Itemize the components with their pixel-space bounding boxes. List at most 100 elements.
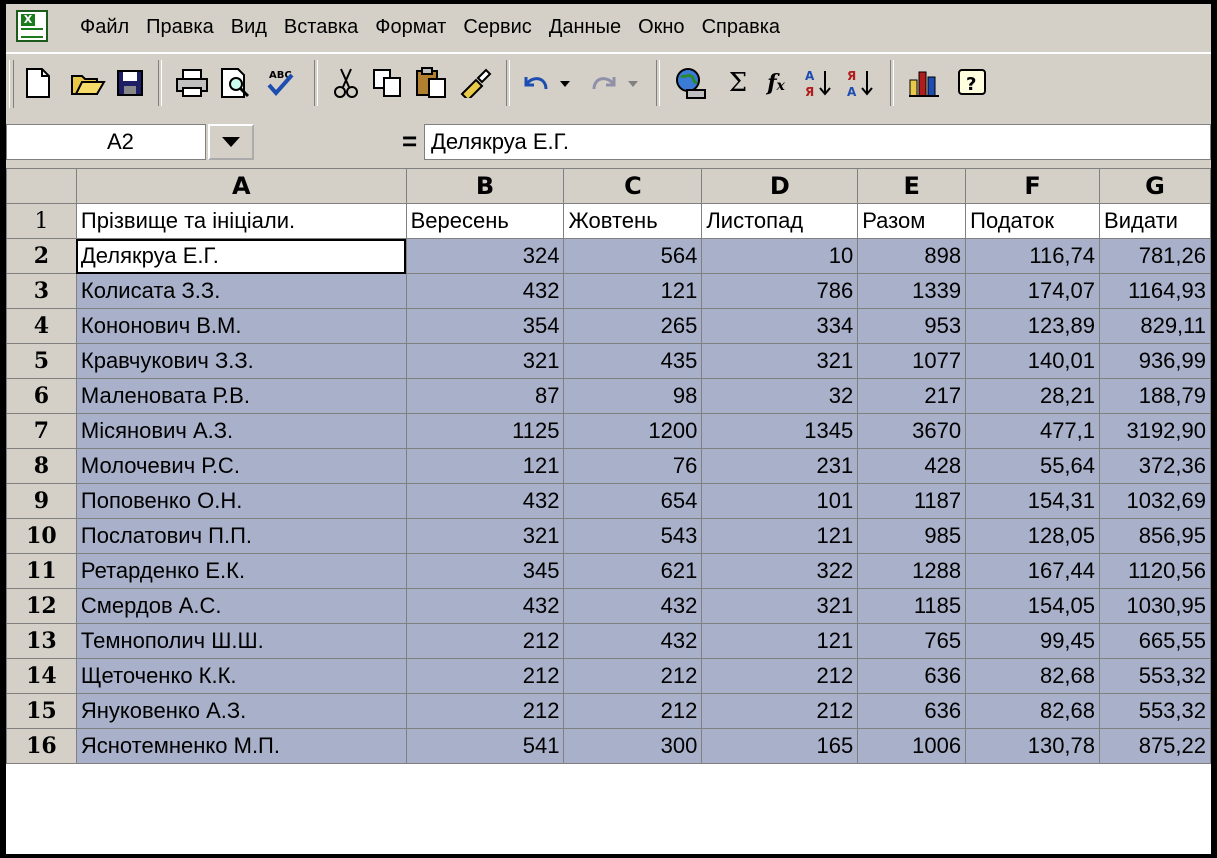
header-cell[interactable]: Видати — [1099, 203, 1211, 239]
excel-app-icon[interactable]: X — [16, 10, 48, 42]
menu-file[interactable]: Файл — [78, 16, 131, 39]
row-header[interactable]: 8 — [6, 448, 77, 484]
value-cell[interactable]: 1185 — [857, 588, 967, 624]
value-cell[interactable]: 856,95 — [1099, 518, 1211, 554]
value-cell[interactable]: 564 — [563, 238, 703, 274]
value-cell[interactable]: 829,11 — [1099, 308, 1211, 344]
value-cell[interactable]: 212 — [405, 658, 565, 694]
value-cell[interactable]: 432 — [405, 483, 565, 519]
header-cell[interactable]: Податок — [965, 203, 1101, 239]
name-cell[interactable]: Місянович А.З. — [75, 413, 407, 449]
row-header[interactable]: 16 — [6, 728, 77, 764]
copy-icon[interactable] — [368, 63, 408, 103]
value-cell[interactable]: 428 — [857, 448, 967, 484]
function-icon[interactable]: fx — [756, 63, 796, 103]
menu-view[interactable]: Вид — [229, 16, 269, 39]
row-header[interactable]: 13 — [6, 623, 77, 659]
value-cell[interactable]: 543 — [563, 518, 703, 554]
value-cell[interactable]: 324 — [405, 238, 565, 274]
value-cell[interactable]: 99,45 — [965, 623, 1101, 659]
row-header[interactable]: 14 — [6, 658, 77, 694]
value-cell[interactable]: 636 — [857, 658, 967, 694]
value-cell[interactable]: 28,21 — [965, 378, 1101, 414]
value-cell[interactable]: 786 — [701, 273, 859, 309]
name-cell[interactable]: Смердов А.С. — [75, 588, 407, 624]
value-cell[interactable]: 101 — [701, 483, 859, 519]
name-cell[interactable]: Кононович В.М. — [75, 308, 407, 344]
select-all-corner[interactable] — [6, 168, 77, 204]
value-cell[interactable]: 116,74 — [965, 238, 1101, 274]
value-cell[interactable]: 1125 — [405, 413, 565, 449]
row-header[interactable]: 10 — [6, 518, 77, 554]
value-cell[interactable]: 1032,69 — [1099, 483, 1211, 519]
value-cell[interactable]: 1200 — [563, 413, 703, 449]
web-icon[interactable] — [670, 63, 710, 103]
open-icon[interactable] — [68, 63, 108, 103]
new-icon[interactable] — [18, 63, 58, 103]
format-painter-icon[interactable] — [454, 63, 494, 103]
column-header-f[interactable]: F — [965, 168, 1101, 204]
value-cell[interactable]: 212 — [701, 658, 859, 694]
name-cell[interactable]: Колисата З.З. — [75, 273, 407, 309]
value-cell[interactable]: 121 — [563, 273, 703, 309]
value-cell[interactable]: 321 — [405, 343, 565, 379]
value-cell[interactable]: 212 — [563, 693, 703, 729]
column-header-c[interactable]: C — [563, 168, 703, 204]
value-cell[interactable]: 553,32 — [1099, 658, 1211, 694]
value-cell[interactable]: 1030,95 — [1099, 588, 1211, 624]
autosum-icon[interactable]: Σ — [718, 63, 758, 103]
name-cell[interactable]: Темнополич Ш.Ш. — [75, 623, 407, 659]
header-cell[interactable]: Жовтень — [563, 203, 703, 239]
value-cell[interactable]: 654 — [563, 483, 703, 519]
value-cell[interactable]: 936,99 — [1099, 343, 1211, 379]
value-cell[interactable]: 1006 — [857, 728, 967, 764]
value-cell[interactable]: 621 — [563, 553, 703, 589]
row-header[interactable]: 11 — [6, 553, 77, 589]
value-cell[interactable]: 154,31 — [965, 483, 1101, 519]
value-cell[interactable]: 212 — [405, 623, 565, 659]
menu-format[interactable]: Формат — [373, 16, 448, 39]
row-header[interactable]: 4 — [6, 308, 77, 344]
value-cell[interactable]: 82,68 — [965, 658, 1101, 694]
value-cell[interactable]: 765 — [857, 623, 967, 659]
value-cell[interactable]: 322 — [701, 553, 859, 589]
toolbar-grip[interactable] — [9, 60, 14, 108]
name-cell[interactable]: Поповенко О.Н. — [75, 483, 407, 519]
row-header[interactable]: 3 — [6, 273, 77, 309]
print-icon[interactable] — [172, 63, 212, 103]
value-cell[interactable]: 212 — [701, 693, 859, 729]
row-header[interactable]: 12 — [6, 588, 77, 624]
name-cell[interactable]: Делякруа Е.Г. — [75, 238, 407, 274]
value-cell[interactable]: 188,79 — [1099, 378, 1211, 414]
value-cell[interactable]: 82,68 — [965, 693, 1101, 729]
value-cell[interactable]: 432 — [405, 588, 565, 624]
value-cell[interactable]: 354 — [405, 308, 565, 344]
value-cell[interactable]: 121 — [405, 448, 565, 484]
menu-data[interactable]: Данные — [547, 16, 623, 39]
value-cell[interactable]: 217 — [857, 378, 967, 414]
value-cell[interactable]: 781,26 — [1099, 238, 1211, 274]
value-cell[interactable]: 875,22 — [1099, 728, 1211, 764]
value-cell[interactable]: 477,1 — [965, 413, 1101, 449]
header-cell[interactable]: Вересень — [405, 203, 565, 239]
value-cell[interactable]: 121 — [701, 623, 859, 659]
name-cell[interactable]: Кравчукович З.З. — [75, 343, 407, 379]
value-cell[interactable]: 1120,56 — [1099, 553, 1211, 589]
value-cell[interactable]: 636 — [857, 693, 967, 729]
value-cell[interactable]: 321 — [701, 343, 859, 379]
value-cell[interactable]: 1288 — [857, 553, 967, 589]
value-cell[interactable]: 167,44 — [965, 553, 1101, 589]
header-cell[interactable]: Листопад — [701, 203, 859, 239]
value-cell[interactable]: 541 — [405, 728, 565, 764]
row-header[interactable]: 7 — [6, 413, 77, 449]
value-cell[interactable]: 98 — [563, 378, 703, 414]
value-cell[interactable]: 1164,93 — [1099, 273, 1211, 309]
value-cell[interactable]: 55,64 — [965, 448, 1101, 484]
help-icon[interactable]: ? — [952, 63, 992, 103]
row-header[interactable]: 2 — [6, 238, 77, 274]
value-cell[interactable]: 128,05 — [965, 518, 1101, 554]
name-cell[interactable]: Молочевич Р.С. — [75, 448, 407, 484]
value-cell[interactable]: 130,78 — [965, 728, 1101, 764]
value-cell[interactable]: 212 — [405, 693, 565, 729]
menu-insert[interactable]: Вставка — [282, 16, 360, 39]
